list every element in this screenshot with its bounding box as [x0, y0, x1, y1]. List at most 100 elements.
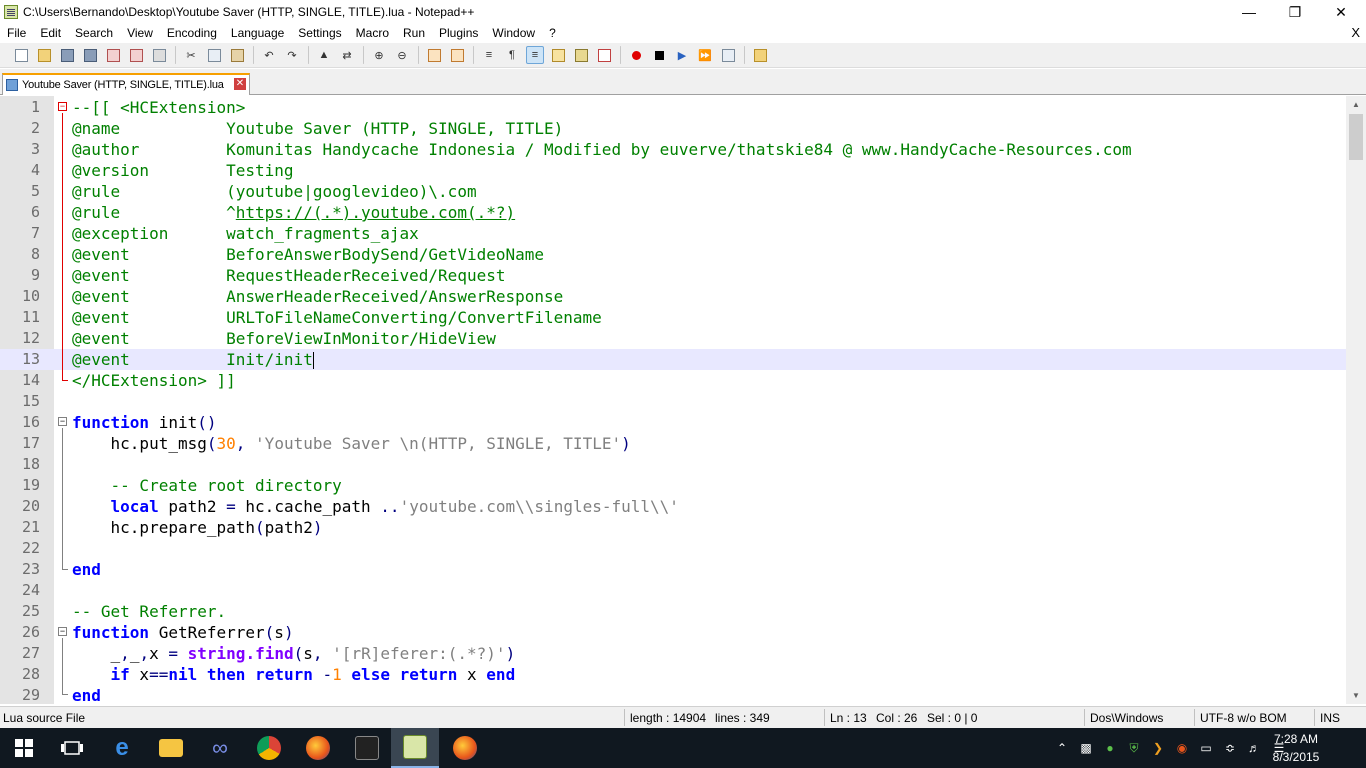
code-line[interactable]: 18	[0, 454, 1346, 475]
print-icon[interactable]	[150, 46, 168, 64]
code-line[interactable]: 24	[0, 580, 1346, 601]
stop-record-icon[interactable]	[650, 46, 668, 64]
code-line[interactable]: 6 @rule ^https://(.*).youtube.com(.*?)	[0, 202, 1346, 223]
scroll-thumb[interactable]	[1349, 114, 1363, 160]
tab-youtube-saver[interactable]: Youtube Saver (HTTP, SINGLE, TITLE).lua …	[2, 73, 250, 95]
zoom-out-icon[interactable]: ⊖	[393, 46, 411, 64]
fold-toggle-icon[interactable]: −	[58, 417, 67, 426]
save-all-icon[interactable]	[81, 46, 99, 64]
close-icon[interactable]: ✕	[1318, 0, 1364, 24]
code-line[interactable]: 3 @author Komunitas Handycache Indonesia …	[0, 139, 1346, 160]
code-area[interactable]: 1 --[[ <HCExtension> 2 @name Youtube Saver …	[0, 96, 1346, 704]
function-list-icon[interactable]	[595, 46, 613, 64]
code-line[interactable]: 15	[0, 391, 1346, 412]
infinity-app-icon[interactable]: ∞	[196, 728, 244, 768]
code-line[interactable]: 13 @event Init/init	[0, 349, 1346, 370]
code-editor[interactable]: 1 --[[ <HCExtension> 2 @name Youtube Saver …	[0, 96, 1366, 704]
code-line[interactable]: 19 -- Create root directory	[0, 475, 1346, 496]
code-line[interactable]: 14 </HCExtension> ]]	[0, 370, 1346, 391]
notepadpp-icon[interactable]	[391, 728, 439, 768]
code-line[interactable]: 28 if x==nil then return -1 else return …	[0, 664, 1346, 685]
menu-help[interactable]: ?	[542, 24, 563, 43]
open-file-icon[interactable]	[35, 46, 53, 64]
copy-icon[interactable]	[205, 46, 223, 64]
sync-vertical-icon[interactable]	[425, 46, 443, 64]
code-line[interactable]: 25 -- Get Referrer.	[0, 601, 1346, 622]
tab-close-icon[interactable]: ✕	[234, 78, 246, 90]
notifications-icon[interactable]: ☰	[1268, 728, 1290, 768]
scroll-down-icon[interactable]: ▼	[1346, 687, 1366, 704]
code-line[interactable]: 29 end	[0, 685, 1346, 704]
menu-encoding[interactable]: Encoding	[160, 24, 224, 43]
menu-run[interactable]: Run	[396, 24, 432, 43]
code-line[interactable]: 20 local path2 = hc.cache_path ..'youtub…	[0, 496, 1346, 517]
replace-icon[interactable]: ⇄	[338, 46, 356, 64]
zoom-in-icon[interactable]: ⊕	[370, 46, 388, 64]
firefox-alt-icon[interactable]	[441, 728, 489, 768]
plugin-icon[interactable]	[751, 46, 769, 64]
wifi-icon[interactable]: ≎	[1219, 728, 1241, 768]
code-line[interactable]: 27 _,_,x = string.find(s, '[rR]eferer:(.…	[0, 643, 1346, 664]
code-line[interactable]: 4 @version Testing	[0, 160, 1346, 181]
new-file-icon[interactable]	[12, 46, 30, 64]
menu-language[interactable]: Language	[224, 24, 291, 43]
code-line[interactable]: 12 @event BeforeViewInMonitor/HideView	[0, 328, 1346, 349]
edge-icon[interactable]: e	[98, 728, 146, 768]
menu-file[interactable]: File	[0, 24, 33, 43]
code-line[interactable]: 26 function GetReferrer(s)	[0, 622, 1346, 643]
undo-icon[interactable]: ↶	[260, 46, 278, 64]
instant-demo-icon[interactable]	[343, 728, 391, 768]
menu-edit[interactable]: Edit	[33, 24, 68, 43]
close-file-icon[interactable]	[104, 46, 122, 64]
record-macro-icon[interactable]	[627, 46, 645, 64]
vertical-scrollbar[interactable]: ▲ ▼	[1346, 96, 1366, 704]
find-icon[interactable]: ▲	[315, 46, 333, 64]
show-all-chars-icon[interactable]: ¶	[503, 46, 521, 64]
fold-toggle-icon[interactable]: −	[58, 102, 67, 111]
playback-macro-icon[interactable]: ▶	[673, 46, 691, 64]
windows-start-icon[interactable]	[0, 728, 48, 768]
green-app-icon[interactable]: ●	[1099, 728, 1121, 768]
menu-plugins[interactable]: Plugins	[432, 24, 485, 43]
close-document-button[interactable]: X	[1351, 24, 1360, 42]
doc-map-icon[interactable]	[572, 46, 590, 64]
cut-icon[interactable]: ✂	[182, 46, 200, 64]
firefox-icon[interactable]	[294, 728, 342, 768]
battery-icon[interactable]: ▭	[1195, 728, 1217, 768]
run-macro-multiple-icon[interactable]: ⏩	[696, 46, 714, 64]
scroll-up-icon[interactable]: ▲	[1346, 96, 1366, 113]
word-wrap-icon[interactable]: ≡	[480, 46, 498, 64]
code-line[interactable]: 10 @event AnswerHeaderReceived/AnswerResp…	[0, 286, 1346, 307]
chevron-up-icon[interactable]: ⌃	[1052, 728, 1072, 768]
code-line[interactable]: 16 function init()	[0, 412, 1346, 433]
task-view-icon[interactable]	[48, 728, 96, 768]
handycache-icon[interactable]: ❯	[1147, 728, 1169, 768]
shield-icon[interactable]: ⛨	[1123, 728, 1145, 768]
menu-settings[interactable]: Settings	[291, 24, 348, 43]
chrome-icon[interactable]	[245, 728, 293, 768]
file-explorer-icon[interactable]	[147, 728, 195, 768]
sync-horizontal-icon[interactable]	[448, 46, 466, 64]
code-line[interactable]: 22	[0, 538, 1346, 559]
firefox-tray-icon[interactable]: ◉	[1171, 728, 1193, 768]
network-share-icon[interactable]: ▩	[1075, 728, 1097, 768]
menu-view[interactable]: View	[120, 24, 160, 43]
code-line[interactable]: 23 end	[0, 559, 1346, 580]
redo-icon[interactable]: ↷	[283, 46, 301, 64]
code-line[interactable]: 5 @rule (youtube|googlevideo)\.com	[0, 181, 1346, 202]
code-line[interactable]: 11 @event URLToFileNameConverting/Convert…	[0, 307, 1346, 328]
volume-icon[interactable]: ♬	[1243, 728, 1265, 768]
save-macro-icon[interactable]	[719, 46, 737, 64]
code-line[interactable]: 2 @name Youtube Saver (HTTP, SINGLE, TITL…	[0, 118, 1346, 139]
user-language-icon[interactable]	[549, 46, 567, 64]
menu-window[interactable]: Window	[485, 24, 542, 43]
menu-macro[interactable]: Macro	[349, 24, 396, 43]
fold-toggle-icon[interactable]: −	[58, 627, 67, 636]
menu-search[interactable]: Search	[68, 24, 120, 43]
code-line[interactable]: 21 hc.prepare_path(path2)	[0, 517, 1346, 538]
restore-icon[interactable]: ❐	[1272, 0, 1318, 24]
code-line[interactable]: 7 @exception watch_fragments_ajax	[0, 223, 1346, 244]
code-line[interactable]: 8 @event BeforeAnswerBodySend/GetVideoNam…	[0, 244, 1346, 265]
close-all-icon[interactable]	[127, 46, 145, 64]
code-line[interactable]: 1 --[[ <HCExtension>	[0, 97, 1346, 118]
